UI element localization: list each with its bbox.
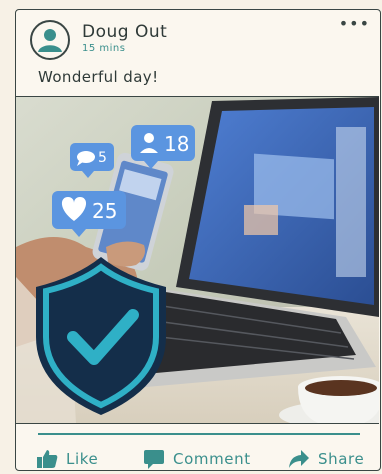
thumbs-up-icon — [37, 450, 58, 468]
screen-sidebar — [336, 127, 366, 277]
comment-label: Comment — [173, 450, 251, 468]
comment-icon — [144, 450, 164, 469]
share-button[interactable]: Share — [288, 448, 364, 470]
likes-count: 25 — [92, 199, 117, 223]
share-icon — [289, 450, 309, 468]
author-name[interactable]: Doug Out — [82, 22, 167, 42]
like-label: Like — [66, 450, 99, 468]
action-bar: Like Comment Share — [16, 440, 380, 470]
actions-divider — [38, 433, 360, 435]
user-icon — [38, 29, 62, 52]
share-label: Share — [318, 450, 365, 468]
post-time: 15 mins — [82, 43, 126, 54]
person-icon — [144, 133, 154, 143]
coffee-liquid — [305, 380, 377, 396]
post-header: Doug Out 15 mins ••• Wonderful day! — [16, 10, 380, 96]
post-photo[interactable]: 18 5 25 — [16, 96, 379, 424]
post-card: Doug Out 15 mins ••• Wonderful day! 18 5… — [15, 9, 381, 471]
comment-button[interactable]: Comment — [143, 448, 251, 470]
comments-count: 5 — [98, 150, 107, 166]
screen-panel — [244, 205, 278, 235]
more-icon[interactable]: ••• — [339, 14, 370, 33]
avatar[interactable] — [30, 20, 70, 60]
post-status-text: Wonderful day! — [38, 68, 159, 86]
like-button[interactable]: Like — [36, 448, 98, 470]
followers-count: 18 — [164, 132, 189, 156]
